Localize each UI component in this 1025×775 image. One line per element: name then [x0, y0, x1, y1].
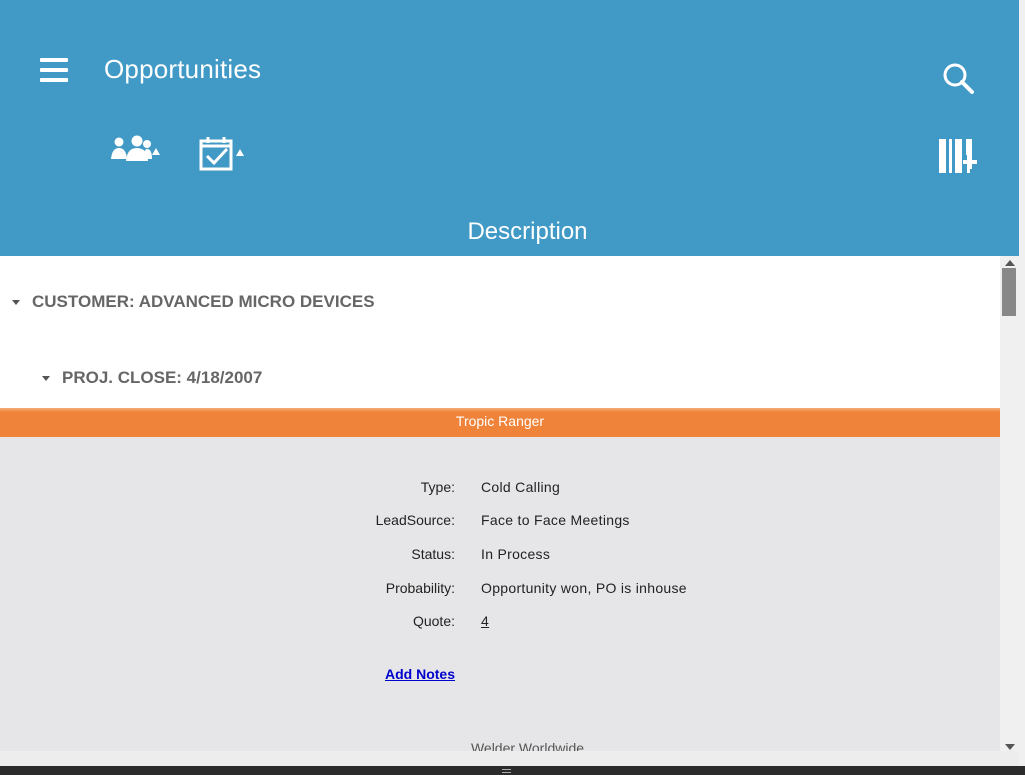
next-record-title[interactable]: Welder Worldwide	[0, 740, 1000, 751]
window-footer	[0, 766, 1025, 775]
scroll-up-arrow-icon[interactable]	[1005, 260, 1015, 266]
resize-grip-icon[interactable]	[502, 769, 511, 773]
section-title: Description	[467, 218, 588, 245]
quote-link[interactable]: 4	[481, 613, 489, 629]
scrollbar-thumb[interactable]	[1002, 268, 1016, 316]
collapse-caret-icon	[12, 299, 20, 305]
barcode-add-icon[interactable]	[937, 137, 979, 175]
field-value: Face to Face Meetings	[481, 512, 630, 528]
hamburger-menu-icon[interactable]	[40, 58, 68, 82]
calendar-check-icon[interactable]	[198, 136, 250, 172]
dropdown-arrow-icon	[236, 149, 244, 156]
content-list: CUSTOMER: ADVANCED MICRO DEVICES PROJ. C…	[0, 256, 1000, 751]
dropdown-arrow-icon	[152, 148, 160, 155]
opportunity-record: Tropic Ranger Type: Cold Calling LeadSou…	[0, 408, 1000, 751]
group-header-customer[interactable]: CUSTOMER: ADVANCED MICRO DEVICES	[12, 292, 375, 312]
page-title: Opportunities	[104, 54, 262, 84]
field-label: Quote:	[412, 613, 455, 629]
field-status: Status: In Process	[0, 546, 1000, 566]
search-icon[interactable]	[940, 60, 976, 96]
group-label: CUSTOMER: ADVANCED MICRO DEVICES	[32, 292, 375, 311]
scroll-down-arrow-icon[interactable]	[1005, 744, 1015, 750]
field-label: Type:	[420, 479, 455, 495]
record-title-bar[interactable]: Tropic Ranger	[0, 408, 1000, 437]
field-value: In Process	[481, 546, 551, 562]
collapse-caret-icon	[42, 375, 50, 381]
group-people-icon[interactable]	[110, 133, 162, 169]
field-probability: Probability: Opportunity won, PO is inho…	[0, 580, 1000, 600]
field-value: Cold Calling	[481, 479, 561, 495]
group-label: PROJ. CLOSE: 4/18/2007	[62, 368, 263, 387]
add-notes-link[interactable]: Add Notes	[385, 666, 455, 682]
bottom-bar	[0, 751, 1019, 766]
field-leadsource: LeadSource: Face to Face Meetings	[0, 512, 1000, 532]
field-quote: Quote: 4	[0, 613, 1000, 633]
field-value: Opportunity won, PO is inhouse	[481, 580, 687, 596]
app-header: Opportunities Description	[0, 0, 1019, 256]
field-type: Type: Cold Calling	[0, 479, 1000, 499]
vertical-scrollbar[interactable]	[1000, 256, 1019, 751]
group-header-proj-close[interactable]: PROJ. CLOSE: 4/18/2007	[42, 368, 262, 388]
field-label: Probability:	[385, 580, 455, 596]
field-label: Status:	[411, 546, 455, 562]
field-label: LeadSource:	[375, 512, 455, 528]
window-right-edge	[1019, 0, 1025, 775]
